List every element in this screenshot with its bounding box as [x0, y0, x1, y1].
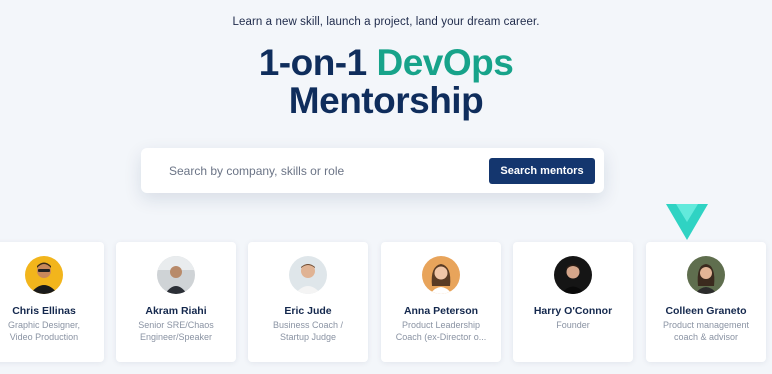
person-photo-icon — [687, 256, 725, 294]
mentor-role-line: Senior SRE/Chaos — [138, 320, 214, 330]
avatar — [554, 256, 592, 294]
avatar — [157, 256, 195, 294]
mentor-name: Eric Jude — [284, 305, 332, 317]
mentor-name: Harry O'Connor — [533, 305, 613, 317]
mentor-card[interactable]: Anna Peterson Product Leadership Coach (… — [381, 242, 501, 362]
mentor-card[interactable]: Harry O'Connor Founder — [513, 242, 633, 362]
avatar — [289, 256, 327, 294]
mentor-role: Business Coach / Startup Judge — [256, 319, 360, 343]
mentor-role-line: Product management — [662, 320, 750, 330]
mentor-role: Product Leadership Coach (ex-Director o.… — [389, 319, 493, 343]
mentor-name: Chris Ellinas — [12, 305, 76, 317]
mentor-card[interactable]: Chris Ellinas Graphic Designer, Video Pr… — [0, 242, 104, 362]
title-prefix: 1-on-1 — [258, 42, 377, 83]
triangle-highlight — [676, 204, 698, 222]
mentor-name: Anna Peterson — [403, 305, 479, 317]
avatar — [422, 256, 460, 294]
mentor-card[interactable]: Colleen Graneto Product management coach… — [646, 242, 766, 362]
mentor-role-line: Coach (ex-Director o... — [395, 332, 487, 342]
person-photo-icon — [157, 256, 195, 294]
title-accent: DevOps — [376, 42, 514, 83]
mentor-role-line: Product Leadership — [401, 320, 481, 330]
mentor-card[interactable]: Eric Jude Business Coach / Startup Judge — [248, 242, 368, 362]
mentor-name: Akram Riahi — [145, 305, 207, 317]
mentor-role-line: Graphic Designer, — [7, 320, 81, 330]
mentor-card[interactable]: Akram Riahi Senior SRE/Chaos Engineer/Sp… — [116, 242, 236, 362]
hero-tagline: Learn a new skill, launch a project, lan… — [232, 16, 540, 28]
mentor-role-line: Engineer/Speaker — [139, 332, 213, 342]
person-photo-icon — [289, 256, 327, 294]
mentor-role: Founder — [521, 319, 625, 331]
person-photo-icon — [422, 256, 460, 294]
mentor-role: Graphic Designer, Video Production — [0, 319, 96, 343]
search-input[interactable] — [141, 148, 481, 193]
title-line-2: Mentorship — [288, 80, 484, 121]
search-bar: Search mentors — [141, 148, 604, 193]
search-mentors-button[interactable]: Search mentors — [489, 158, 595, 184]
page-title: 1-on-1 DevOps Mentorship — [0, 44, 772, 120]
person-photo-icon — [554, 256, 592, 294]
person-photo-icon — [25, 256, 63, 294]
mentor-role-line: Founder — [556, 320, 590, 330]
mentor-role: Product management coach & advisor — [654, 319, 758, 343]
mentor-role-line: Video Production — [9, 332, 79, 342]
mentor-role-line: Business Coach / — [272, 320, 344, 330]
mentor-role-line: Startup Judge — [279, 332, 337, 342]
mentor-role: Senior SRE/Chaos Engineer/Speaker — [124, 319, 228, 343]
mentor-name: Colleen Graneto — [665, 305, 747, 317]
avatar — [25, 256, 63, 294]
avatar — [687, 256, 725, 294]
mentor-role-line: coach & advisor — [673, 332, 739, 342]
